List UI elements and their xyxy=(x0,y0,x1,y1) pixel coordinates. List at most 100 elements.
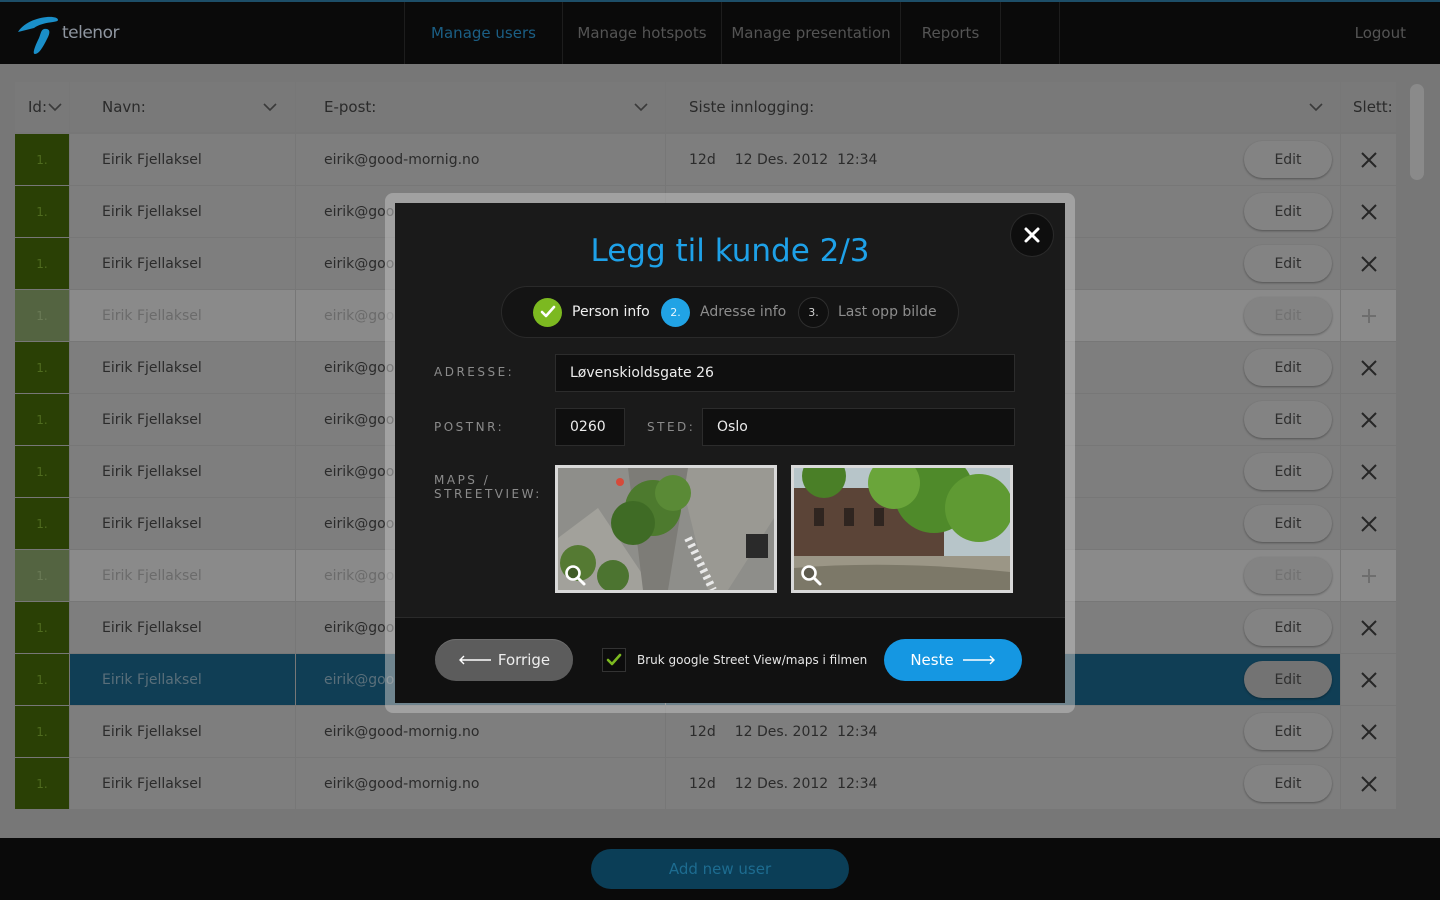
table-row[interactable]: 1. Eirik Fjellaksel eirik@good-mornig.no 12… xyxy=(15,706,1396,757)
add-cell[interactable] xyxy=(1341,290,1396,341)
cell-last-login: 12d 12 Des. 2012 12:34 Edit xyxy=(666,134,1340,185)
postnr-field[interactable]: 0260 xyxy=(555,408,625,446)
delete-cell[interactable] xyxy=(1341,758,1396,809)
logout-link[interactable]: Logout xyxy=(1355,24,1406,42)
chevron-down-icon xyxy=(1309,103,1323,112)
add-customer-dialog: Legg til kunde 2/3 Person info 2. Adress… xyxy=(395,203,1065,703)
edit-button[interactable]: Edit xyxy=(1244,245,1332,282)
map-thumbnail[interactable] xyxy=(555,465,777,593)
header-email-label: E-post: xyxy=(324,98,377,116)
previous-label: Forrige xyxy=(497,651,551,669)
step-address-info[interactable]: 2. Adresse info xyxy=(661,297,786,327)
edit-button[interactable]: Edit xyxy=(1244,713,1332,750)
nav-spacer xyxy=(1000,2,1060,64)
edit-button[interactable]: Edit xyxy=(1244,557,1332,594)
plus-icon[interactable] xyxy=(1360,307,1378,325)
streetview-checkbox-label[interactable]: Bruk google Street View/maps i filmen xyxy=(637,653,867,667)
aerial-map-image xyxy=(558,468,774,590)
close-icon[interactable] xyxy=(1360,671,1378,689)
nav-manage-presentation[interactable]: Manage presentation xyxy=(721,2,900,64)
close-button[interactable] xyxy=(1011,214,1053,256)
close-icon[interactable] xyxy=(1360,463,1378,481)
vertical-scrollbar[interactable] xyxy=(1410,84,1424,180)
close-icon[interactable] xyxy=(1360,151,1378,169)
delete-cell[interactable] xyxy=(1341,186,1396,237)
close-icon[interactable] xyxy=(1360,255,1378,273)
edit-button[interactable]: Edit xyxy=(1244,349,1332,386)
edit-button[interactable]: Edit xyxy=(1244,765,1332,802)
close-icon[interactable] xyxy=(1360,203,1378,221)
step-upload-image[interactable]: 3. Last opp bilde xyxy=(799,297,937,327)
postnr-label: POSTNR: xyxy=(434,420,505,434)
address-label: ADRESSE: xyxy=(434,365,515,379)
nav-manage-users[interactable]: Manage users xyxy=(404,2,562,64)
chevron-down-icon xyxy=(263,103,277,112)
delete-cell[interactable] xyxy=(1341,134,1396,185)
step-label: Last opp bilde xyxy=(838,304,937,320)
delete-cell[interactable] xyxy=(1341,654,1396,705)
streetview-checkbox[interactable] xyxy=(602,648,626,672)
zoom-icon[interactable] xyxy=(563,563,587,587)
step-person-info[interactable]: Person info xyxy=(533,297,650,327)
dialog-footer: Forrige Bruk google Street View/maps i f… xyxy=(395,617,1065,703)
header-email[interactable]: E-post: xyxy=(296,82,665,132)
previous-button[interactable]: Forrige xyxy=(435,639,573,681)
close-icon[interactable] xyxy=(1360,775,1378,793)
close-icon[interactable] xyxy=(1360,411,1378,429)
address-field[interactable]: Løvenskioldsgate 26 xyxy=(555,354,1015,392)
header-name[interactable]: Navn: xyxy=(70,82,295,132)
close-icon[interactable] xyxy=(1360,359,1378,377)
nav-reports[interactable]: Reports xyxy=(900,2,1000,64)
close-icon[interactable] xyxy=(1360,515,1378,533)
streetview-thumbnail[interactable] xyxy=(791,465,1013,593)
last-login-date: 12 Des. 2012 12:34 xyxy=(734,775,878,792)
last-login-date: 12 Des. 2012 12:34 xyxy=(734,151,878,168)
cell-name: Eirik Fjellaksel xyxy=(70,186,295,237)
cell-name: Eirik Fjellaksel xyxy=(70,550,295,601)
maps-label-line1: MAPS / xyxy=(434,473,491,487)
edit-button[interactable]: Edit xyxy=(1244,141,1332,178)
next-button[interactable]: Neste xyxy=(884,639,1022,681)
header-last-login[interactable]: Siste innlogging: xyxy=(666,82,1340,132)
close-icon[interactable] xyxy=(1360,723,1378,741)
delete-cell[interactable] xyxy=(1341,602,1396,653)
table-row[interactable]: 1. Eirik Fjellaksel eirik@good-mornig.no 12… xyxy=(15,758,1396,809)
delete-cell[interactable] xyxy=(1341,394,1396,445)
delete-cell[interactable] xyxy=(1341,706,1396,757)
delete-cell[interactable] xyxy=(1341,446,1396,497)
step-done-check-icon xyxy=(533,297,562,327)
delete-cell[interactable] xyxy=(1341,238,1396,289)
zoom-icon[interactable] xyxy=(799,563,823,587)
edit-button[interactable]: Edit xyxy=(1244,297,1332,334)
cell-name: Eirik Fjellaksel xyxy=(70,446,295,497)
close-icon[interactable] xyxy=(1360,619,1378,637)
cell-id: 1. xyxy=(15,654,69,705)
edit-button[interactable]: Edit xyxy=(1244,505,1332,542)
next-label: Neste xyxy=(910,651,954,669)
close-icon xyxy=(1024,227,1040,243)
cell-name: Eirik Fjellaksel xyxy=(70,602,295,653)
table-row[interactable]: 1. Eirik Fjellaksel eirik@good-mornig.no 12… xyxy=(15,134,1396,185)
nav-manage-hotspots[interactable]: Manage hotspots xyxy=(562,2,721,64)
add-new-user-button[interactable]: Add new user xyxy=(591,849,849,889)
cell-name: Eirik Fjellaksel xyxy=(70,654,295,705)
chevron-down-icon xyxy=(48,103,62,112)
step-number: 2. xyxy=(661,297,690,327)
cell-id: 1. xyxy=(15,186,69,237)
plus-icon[interactable] xyxy=(1360,567,1378,585)
cell-id: 1. xyxy=(15,550,69,601)
delete-cell[interactable] xyxy=(1341,342,1396,393)
edit-button[interactable]: Edit xyxy=(1244,609,1332,646)
sted-field[interactable]: Oslo xyxy=(702,408,1015,446)
add-cell[interactable] xyxy=(1341,550,1396,601)
edit-button[interactable]: Edit xyxy=(1244,661,1332,698)
header-id-label: Id: xyxy=(28,98,47,116)
edit-button[interactable]: Edit xyxy=(1244,401,1332,438)
edit-button[interactable]: Edit xyxy=(1244,193,1332,230)
streetview-image xyxy=(794,468,1010,590)
header-id[interactable]: Id: xyxy=(15,82,69,132)
edit-button[interactable]: Edit xyxy=(1244,453,1332,490)
cell-email: eirik@good-mornig.no xyxy=(296,134,665,185)
delete-cell[interactable] xyxy=(1341,498,1396,549)
cell-id: 1. xyxy=(15,238,69,289)
